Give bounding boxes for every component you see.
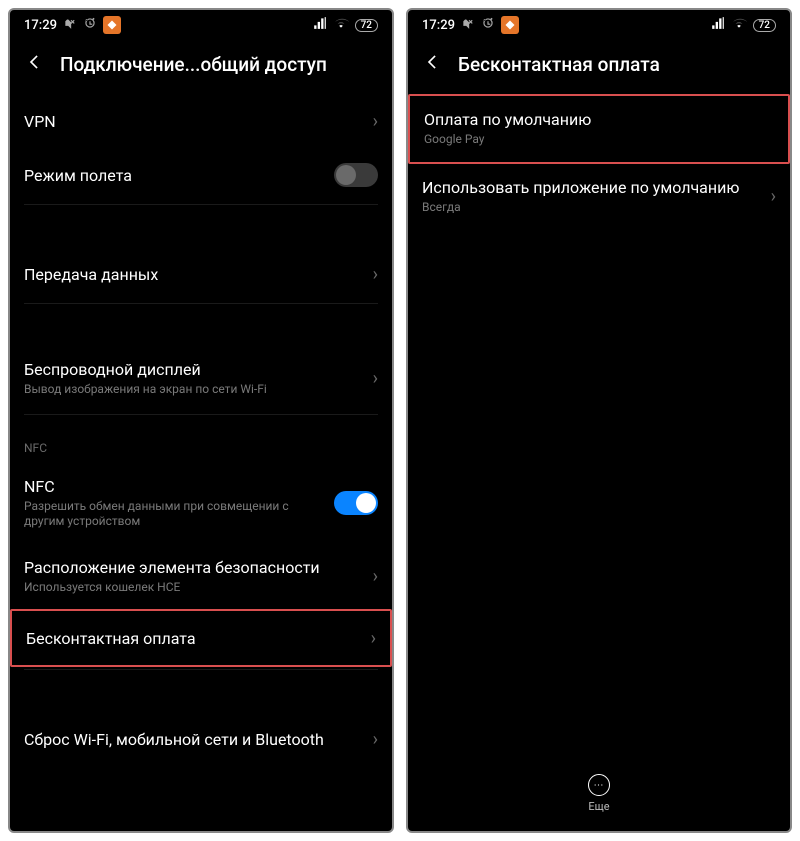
chevron-right-icon: › — [373, 111, 378, 132]
row-sublabel: Всегда — [422, 200, 761, 216]
bottom-bar: ⋯ Еще — [408, 760, 790, 831]
row-data[interactable]: Передача данных › — [24, 247, 378, 301]
wifi-icon — [731, 16, 747, 34]
more-icon: ⋯ — [588, 774, 610, 796]
header: Бесконтактная оплата — [408, 40, 790, 94]
mute-icon — [63, 16, 77, 34]
airplane-toggle[interactable] — [334, 163, 378, 187]
phone-right: 17:29 72 Бесконтактная оплата — [406, 8, 792, 833]
section-label-nfc: NFC — [24, 417, 378, 463]
row-label: Беспроводной дисплей — [24, 360, 363, 379]
row-cast[interactable]: Беспроводной дисплей Вывод изображения н… — [24, 346, 378, 412]
app-icon — [103, 16, 121, 34]
header: Подключение...общий доступ — [10, 40, 392, 94]
row-reset[interactable]: Сброс Wi-Fi, мобильной сети и Bluetooth … — [24, 712, 378, 766]
highlight-default-payment: Оплата по умолчанию Google Pay — [408, 94, 790, 164]
signal-icon — [313, 16, 327, 34]
chevron-right-icon: › — [373, 566, 378, 587]
status-time: 17:29 — [422, 18, 455, 33]
row-vpn[interactable]: VPN › — [24, 94, 378, 148]
page-title: Подключение...общий доступ — [60, 53, 327, 76]
row-label: Использовать приложение по умолчанию — [422, 178, 761, 197]
wifi-icon — [333, 16, 349, 34]
row-label: NFC — [24, 477, 324, 496]
row-label: VPN — [24, 112, 363, 131]
row-security[interactable]: Расположение элемента безопасности Испол… — [24, 544, 378, 610]
highlight-contactless: Бесконтактная оплата › — [10, 609, 392, 667]
row-default-payment[interactable]: Оплата по умолчанию Google Pay — [424, 96, 774, 162]
alarm-icon — [481, 16, 495, 34]
row-label: Режим полета — [24, 166, 324, 185]
back-button[interactable] — [422, 50, 442, 78]
divider — [24, 303, 378, 304]
row-sublabel: Вывод изображения на экран по сети Wi-Fi — [24, 382, 363, 398]
nfc-toggle[interactable] — [334, 491, 378, 515]
row-label: Оплата по умолчанию — [424, 110, 764, 129]
more-label: Еще — [588, 800, 609, 813]
chevron-right-icon: › — [373, 368, 378, 389]
page-title: Бесконтактная оплата — [458, 53, 660, 76]
chevron-right-icon: › — [373, 264, 378, 285]
more-button[interactable]: ⋯ Еще — [588, 774, 610, 813]
back-button[interactable] — [24, 50, 44, 78]
status-bar: 17:29 72 — [408, 10, 790, 40]
row-sublabel: Используется кошелек HCE — [24, 580, 363, 596]
chevron-right-icon: › — [373, 729, 378, 750]
chevron-right-icon: › — [771, 186, 776, 207]
row-label: Бесконтактная оплата — [26, 629, 361, 648]
status-bar: 17:29 72 — [10, 10, 392, 40]
row-contactless[interactable]: Бесконтактная оплата › — [26, 611, 376, 665]
row-nfc[interactable]: NFC Разрешить обмен данными при совмещен… — [24, 463, 378, 544]
row-label: Сброс Wi-Fi, мобильной сети и Bluetooth — [24, 730, 363, 749]
signal-icon — [711, 16, 725, 34]
mute-icon — [461, 16, 475, 34]
divider — [24, 669, 378, 670]
row-label: Передача данных — [24, 265, 363, 284]
row-sublabel: Разрешить обмен данными при совмещении с… — [24, 499, 324, 530]
chevron-right-icon: › — [371, 628, 376, 649]
row-airplane[interactable]: Режим полета — [24, 148, 378, 202]
row-sublabel: Google Pay — [424, 132, 764, 148]
divider — [24, 414, 378, 415]
app-icon — [501, 16, 519, 34]
row-label: Расположение элемента безопасности — [24, 558, 363, 577]
row-use-default-app[interactable]: Использовать приложение по умолчанию Все… — [422, 164, 776, 230]
battery-indicator: 72 — [753, 19, 776, 32]
alarm-icon — [83, 16, 97, 34]
status-time: 17:29 — [24, 18, 57, 33]
divider — [24, 204, 378, 205]
phone-left: 17:29 72 Подключение...общий доступ — [8, 8, 394, 833]
battery-indicator: 72 — [355, 19, 378, 32]
